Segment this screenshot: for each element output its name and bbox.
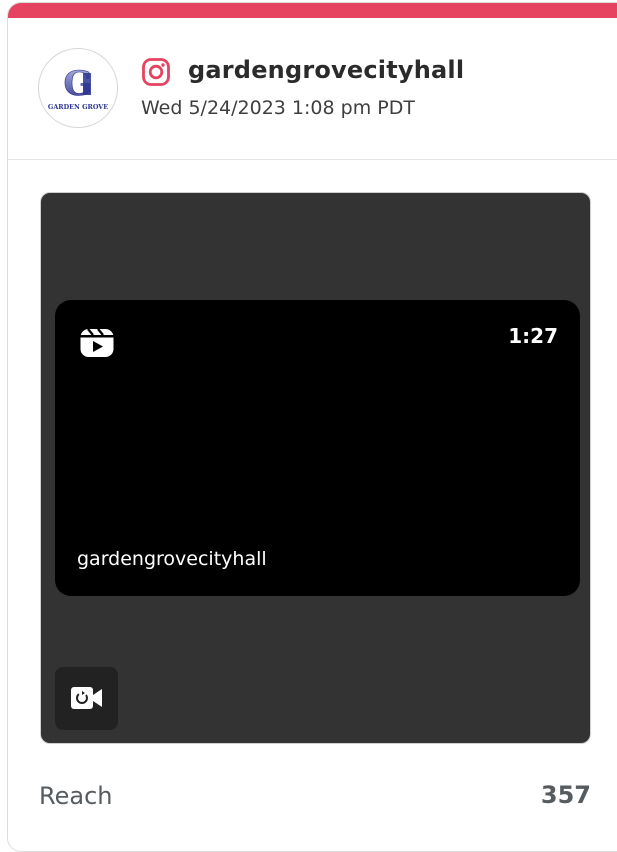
metric-label-reach: Reach <box>39 782 113 810</box>
account-name[interactable]: gardengrovecityhall <box>188 56 464 84</box>
instagram-icon <box>141 57 171 87</box>
post-header: G I GARDEN GROVE gardengrovecityhall Wed… <box>8 18 617 160</box>
avatar[interactable]: G I GARDEN GROVE <box>38 48 118 128</box>
reel-thumbnail[interactable]: 1:27 gardengrovecityhall <box>55 300 580 596</box>
post-card: G I GARDEN GROVE gardengrovecityhall Wed… <box>7 2 617 852</box>
reel-caption: gardengrovecityhall <box>77 548 267 570</box>
video-type-badge <box>55 667 118 730</box>
avatar-text: GARDEN GROVE <box>48 103 108 111</box>
reels-icon <box>79 324 115 360</box>
garden-grove-logo: G I GARDEN GROVE <box>48 64 108 111</box>
video-duration: 1:27 <box>508 324 558 348</box>
post-timestamp: Wed 5/24/2023 1:08 pm PDT <box>141 97 415 119</box>
accent-bar <box>8 3 617 18</box>
metric-value-reach: 357 <box>540 781 591 809</box>
media-preview[interactable]: 1:27 gardengrovecityhall <box>40 192 591 744</box>
